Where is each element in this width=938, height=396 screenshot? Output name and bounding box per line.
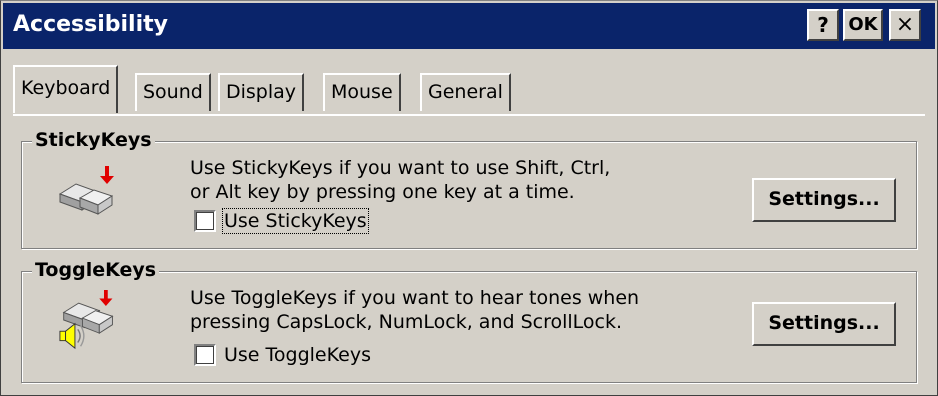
ok-button[interactable]: OK	[843, 9, 883, 41]
togglekeys-group: ToggleKeys Use ToggleKeys if you want to…	[21, 259, 917, 383]
stickykeys-description-line1: Use StickyKeys if you want to use Shift,…	[190, 157, 611, 179]
tab-mouse[interactable]: Mouse	[323, 73, 401, 111]
stickykeys-group-title: StickyKeys	[32, 129, 155, 151]
use-stickykeys-checkbox-row[interactable]: Use StickyKeys	[194, 208, 369, 234]
title-bar[interactable]: Accessibility ? OK ×	[3, 3, 935, 49]
togglekeys-description-line2: pressing CapsLock, NumLock, and ScrollLo…	[190, 311, 623, 333]
tab-sound[interactable]: Sound	[135, 73, 211, 111]
togglekeys-description-line1: Use ToggleKeys if you want to hear tones…	[190, 287, 640, 309]
use-togglekeys-checkbox-row[interactable]: Use ToggleKeys	[194, 344, 371, 366]
close-button[interactable]: ×	[889, 9, 921, 41]
tab-general[interactable]: General	[420, 73, 511, 111]
stickykeys-description-line2: or Alt key by pressing one key at a time…	[190, 181, 575, 203]
tab-panel-border	[13, 114, 925, 116]
keyboard-keys-speaker-icon	[59, 290, 114, 350]
use-togglekeys-label[interactable]: Use ToggleKeys	[224, 344, 371, 366]
use-stickykeys-checkbox[interactable]	[194, 210, 216, 232]
tab-display[interactable]: Display	[218, 73, 305, 111]
help-button[interactable]: ?	[807, 9, 839, 41]
keyboard-keys-icon	[58, 166, 114, 215]
accessibility-window: Accessibility ? OK × Keyboard Sound Disp…	[0, 0, 938, 396]
window-title: Accessibility	[13, 12, 168, 37]
stickykeys-group: StickyKeys Use StickyKeys if you want to…	[21, 129, 917, 249]
togglekeys-settings-button[interactable]: Settings...	[752, 302, 896, 346]
togglekeys-group-title: ToggleKeys	[32, 259, 160, 281]
use-togglekeys-checkbox[interactable]	[194, 344, 216, 366]
use-stickykeys-label[interactable]: Use StickyKeys	[222, 208, 369, 234]
tab-keyboard[interactable]: Keyboard	[13, 65, 119, 113]
stickykeys-settings-button[interactable]: Settings...	[752, 178, 896, 222]
